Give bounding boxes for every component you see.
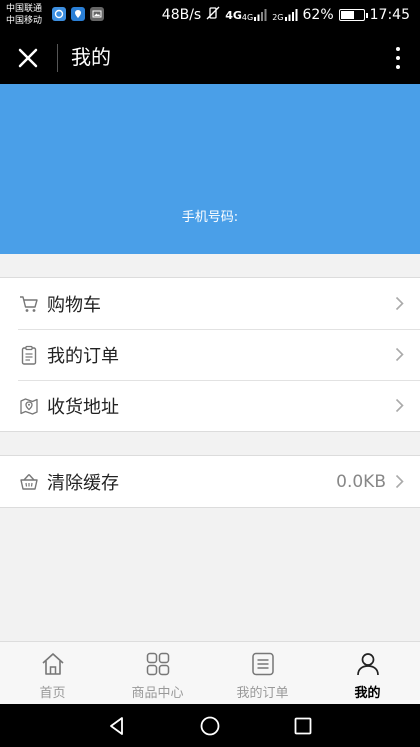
chevron-right-icon (395, 474, 404, 489)
more-options-button[interactable] (390, 42, 406, 74)
bottom-tab-bar: 首页 商品中心 我的订单 我的 (0, 641, 420, 704)
more-dot-icon (396, 47, 400, 51)
page-title: 我的 (71, 45, 111, 69)
basket-icon (18, 471, 40, 493)
tab-product-center[interactable]: 商品中心 (105, 642, 210, 704)
menu-item-cart[interactable]: 购物车 (0, 278, 420, 329)
signal-bars-icon (254, 9, 267, 21)
menu-item-shipping-address[interactable]: 收货地址 (0, 380, 420, 431)
phone-number-label: 手机号码: (181, 210, 239, 225)
menu-label-shipping-address: 收货地址 (47, 396, 119, 418)
user-icon (355, 651, 381, 677)
home-icon (40, 651, 66, 677)
cart-icon (18, 293, 40, 315)
profile-banner: 手机号码: (0, 84, 420, 254)
chevron-right-icon (395, 347, 404, 362)
tab-label-home: 首页 (39, 686, 66, 701)
more-dot-icon (396, 56, 400, 60)
location-notification-icon (71, 7, 85, 21)
status-bar: 中国联通 中国移动 48B/s 4G 4G 2G 62% 17:45 (0, 0, 420, 31)
chevron-right-icon (395, 296, 404, 311)
network-type-b: 4G (241, 13, 254, 22)
menu-label-clear-cache: 清除缓存 (47, 472, 119, 494)
title-divider (57, 44, 58, 72)
back-triangle-icon (109, 716, 123, 735)
nav-back-button[interactable] (97, 706, 137, 746)
battery-percent: 62% (302, 7, 334, 23)
close-icon (18, 48, 38, 68)
tab-label-me: 我的 (354, 686, 381, 701)
signal-1: 4G 4G (225, 8, 267, 22)
battery-icon (338, 9, 368, 21)
tab-me[interactable]: 我的 (315, 642, 420, 704)
title-bar: 我的 (0, 31, 420, 84)
home-circle-icon (200, 716, 220, 735)
tab-my-orders[interactable]: 我的订单 (210, 642, 315, 704)
vibrate-icon (206, 6, 220, 24)
tab-label-product-center: 商品中心 (131, 686, 184, 701)
map-pin-icon (18, 395, 40, 417)
menu-label-my-orders: 我的订单 (47, 345, 119, 367)
close-button[interactable] (10, 40, 46, 76)
menu-item-clear-cache[interactable]: 清除缓存 0.0KB (0, 456, 420, 507)
clock: 17:45 (369, 7, 410, 23)
status-right: 48B/s 4G 4G 2G 62% 17:45 (162, 5, 410, 25)
menu-label-cart: 购物车 (47, 294, 101, 316)
menu-group-settings: 清除缓存 0.0KB (0, 455, 420, 508)
clipboard-icon (18, 344, 40, 366)
carrier-2: 中国移动 (6, 16, 43, 26)
tab-home[interactable]: 首页 (0, 642, 105, 704)
list-icon (250, 651, 276, 677)
carrier-1: 中国联通 (6, 4, 43, 14)
cache-size-value: 0.0KB (336, 471, 386, 492)
nav-recents-button[interactable] (283, 706, 323, 746)
nav-home-button[interactable] (190, 706, 230, 746)
image-notification-icon (90, 7, 104, 21)
net-speed: 48B/s (161, 7, 202, 23)
chevron-right-icon (395, 398, 404, 413)
menu-item-my-orders[interactable]: 我的订单 (0, 329, 420, 380)
signal-bars-2-icon (284, 9, 298, 21)
recents-square-icon (294, 717, 312, 734)
network-type-c: 2G (272, 13, 284, 22)
more-dot-icon (396, 65, 400, 69)
menu-group-main: 购物车 我的订单 收货地址 (0, 277, 420, 432)
signal-2: 2G (272, 8, 298, 22)
system-nav-bar (0, 704, 420, 747)
network-type-a: 4G (225, 9, 242, 22)
grid-icon (145, 651, 171, 677)
app-notification-icon (52, 7, 66, 21)
tab-label-my-orders: 我的订单 (236, 686, 289, 701)
notification-icons (52, 7, 104, 21)
carrier-info: 中国联通 中国移动 (6, 3, 42, 27)
